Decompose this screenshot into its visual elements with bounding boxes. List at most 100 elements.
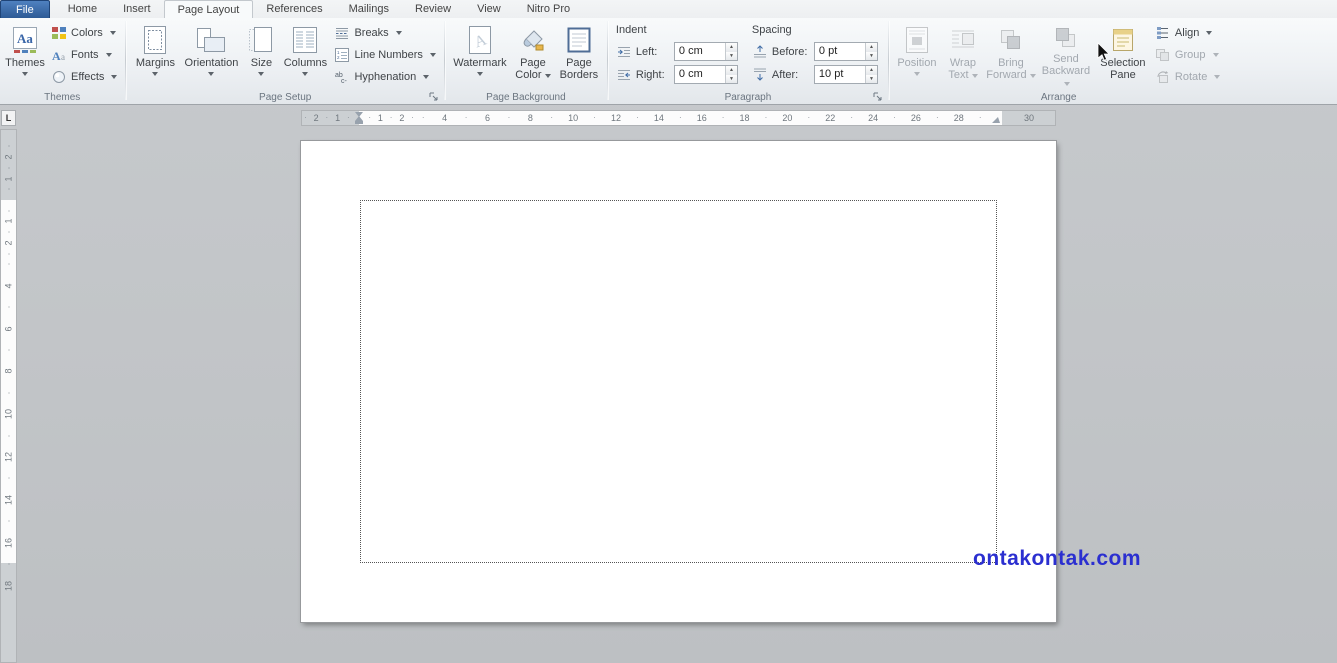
tab-insert[interactable]: Insert: [110, 0, 164, 18]
page-borders-button[interactable]: Page Borders: [555, 20, 603, 90]
rotate-button[interactable]: Rotate: [1151, 66, 1224, 88]
spin-up-button[interactable]: ▲: [725, 66, 737, 75]
mouse-cursor: [1097, 42, 1110, 61]
line-numbers-label: Line Numbers: [354, 49, 423, 61]
ruler-mark: 16: [3, 537, 14, 548]
themes-button[interactable]: Aa Themes: [3, 20, 47, 90]
bring-forward-button[interactable]: Bring Forward: [985, 20, 1037, 90]
page-setup-dialog-launcher[interactable]: [427, 90, 440, 103]
dropdown-arrow-icon: [1029, 74, 1036, 78]
ruler-mark: ·: [421, 113, 425, 122]
wrap-text-button[interactable]: Wrap Text: [941, 20, 985, 90]
theme-fonts-label: Fonts: [71, 49, 99, 61]
spin-down-button[interactable]: ▼: [865, 51, 877, 60]
theme-colors-button[interactable]: Colors: [47, 22, 121, 44]
spacing-heading: Spacing: [751, 24, 792, 36]
breaks-button[interactable]: Breaks: [330, 22, 439, 44]
tab-page-layout[interactable]: Page Layout: [163, 0, 254, 18]
group-button[interactable]: Group: [1151, 44, 1224, 66]
ruler-mark: ·: [3, 391, 14, 395]
tab-file-label: File: [16, 3, 34, 16]
dropdown-arrow-icon: [1212, 53, 1219, 57]
indent-left-spinner[interactable]: 0 cm ▲ ▼: [673, 42, 738, 61]
margins-button[interactable]: Margins: [130, 20, 180, 90]
hyphenation-button[interactable]: ab c- Hyphenation: [330, 66, 439, 88]
ruler-mark: 18: [3, 580, 14, 591]
theme-effects-icon: [51, 69, 67, 85]
orientation-icon: [196, 23, 226, 57]
watermark-button[interactable]: A Watermark: [449, 20, 511, 90]
spacing-before-value: 0 pt: [818, 45, 838, 57]
ruler-mark: ·: [636, 113, 639, 122]
spacing-after-icon: [752, 67, 768, 83]
tab-review[interactable]: Review: [402, 0, 464, 18]
tab-view[interactable]: View: [464, 0, 514, 18]
tab-references[interactable]: References: [253, 0, 335, 18]
spin-down-button[interactable]: ▼: [725, 74, 737, 83]
ruler-mark: ·: [3, 187, 14, 191]
spin-up-button[interactable]: ▲: [725, 43, 737, 52]
spacing-before-spinner[interactable]: 0 pt ▲ ▼: [813, 42, 878, 61]
send-backward-button[interactable]: Send Backward: [1037, 20, 1095, 90]
tab-stop-selector[interactable]: L: [1, 110, 16, 126]
left-indent-marker[interactable]: [355, 121, 363, 124]
group-label-text: Group: [1174, 49, 1206, 61]
theme-colors-label: Colors: [71, 27, 103, 39]
tab-mailings[interactable]: Mailings: [336, 0, 402, 18]
ruler-mark: 8: [3, 368, 14, 374]
ruler-mark: ·: [464, 113, 468, 122]
ruler-mark: ·: [3, 519, 14, 523]
page-color-button[interactable]: Page Color: [511, 20, 555, 90]
text-boundary-box: [360, 200, 997, 563]
ruler-mark: ·: [978, 113, 982, 122]
indent-right-value: 0 cm: [678, 68, 703, 80]
tab-file[interactable]: File: [0, 0, 50, 18]
indent-left-icon: [616, 44, 632, 60]
ribbon: Aa Themes Colors Aa Fonts Effects Themes…: [0, 18, 1337, 105]
ribbon-tab-bar: File Home Insert Page Layout References …: [0, 0, 1337, 18]
ruler-mark: ·: [678, 113, 682, 122]
vertical-ruler[interactable]: 2 1 · · · 1 2 4 6 8 10 12 14 16 · · · · · · · · · · · 18: [0, 129, 17, 663]
ruler-mark: 28: [953, 113, 964, 123]
watermark-label: Watermark: [453, 57, 507, 69]
tab-home[interactable]: Home: [55, 0, 110, 18]
horizontal-ruler[interactable]: 2 1 · · · 1 2 4 6 8 10 12 14 16 18 20 22 24 26 28 · · · · · · · · · ·…: [301, 110, 1056, 126]
dropdown-arrow-icon: [544, 74, 551, 78]
ruler-mark: ·: [3, 144, 14, 148]
ruler-mark: 12: [3, 452, 14, 463]
document-page[interactable]: ontakontak.com: [301, 141, 1141, 622]
bring-forward-icon: [998, 23, 1024, 57]
word-window: File Home Insert Page Layout References …: [0, 0, 1337, 663]
position-button[interactable]: Position: [893, 20, 941, 90]
dropdown-arrow-icon: [109, 31, 116, 35]
ruler-mark: ·: [550, 113, 554, 122]
group-separator: [887, 21, 889, 100]
tab-nitro-pro[interactable]: Nitro Pro: [514, 0, 583, 18]
bring-forward-label: Bring Forward: [986, 57, 1027, 81]
ruler-mark: 10: [568, 113, 579, 123]
size-button[interactable]: Size: [242, 20, 280, 90]
theme-fonts-button[interactable]: Aa Fonts: [47, 44, 121, 66]
columns-button[interactable]: Columns: [280, 20, 330, 90]
ruler-mark: 1: [377, 113, 383, 123]
spacing-after-spinner[interactable]: 10 pt ▲ ▼: [813, 65, 878, 84]
dropdown-arrow-icon: [22, 72, 28, 76]
theme-effects-button[interactable]: Effects: [47, 66, 121, 88]
orientation-button[interactable]: Orientation: [180, 20, 242, 90]
spin-down-button[interactable]: ▼: [865, 74, 877, 83]
spin-up-button[interactable]: ▲: [865, 43, 877, 52]
page-setup-group: Margins Orientation Size Columns Breaks …: [127, 18, 442, 104]
tab-insert-label: Insert: [123, 3, 151, 15]
tab-page-layout-label: Page Layout: [177, 3, 240, 16]
dropdown-arrow-icon: [208, 72, 215, 76]
page-borders-label: Page Borders: [559, 57, 599, 81]
paragraph-dialog-launcher[interactable]: [871, 90, 884, 103]
indent-right-label: Right:: [635, 68, 665, 81]
indent-right-spinner[interactable]: 0 cm ▲ ▼: [673, 65, 738, 84]
ruler-mark: 22: [825, 113, 836, 123]
align-button[interactable]: Align: [1151, 22, 1224, 44]
spin-up-button[interactable]: ▲: [865, 66, 877, 75]
spin-down-button[interactable]: ▼: [725, 51, 737, 60]
line-numbers-button[interactable]: 12 Line Numbers: [330, 44, 439, 66]
ruler-mark: 14: [653, 113, 664, 123]
